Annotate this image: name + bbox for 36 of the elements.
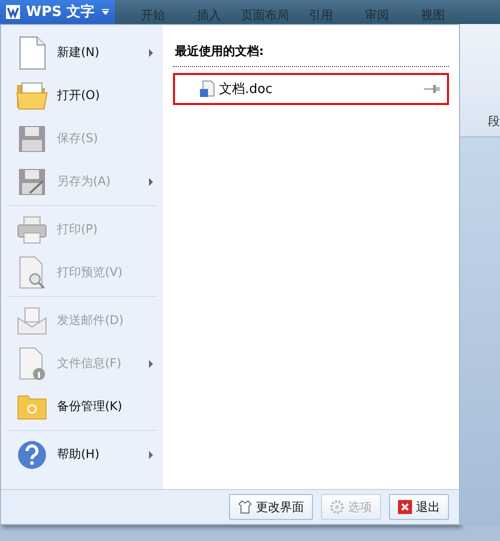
close-icon: [398, 500, 412, 514]
ribbon-tab[interactable]: 插入: [181, 0, 237, 24]
submenu-arrow-icon: [149, 178, 153, 186]
printer-icon: [17, 216, 47, 244]
menu-item[interactable]: 新建(N): [7, 31, 157, 74]
menu-item[interactable]: 帮助(H): [7, 433, 157, 476]
ribbon-group-label: 段: [488, 113, 500, 130]
app-menu-button[interactable]: WPS 文字: [0, 0, 115, 24]
ribbon-tab[interactable]: 页面布局: [237, 0, 293, 24]
recent-documents-heading: 最近使用的文档:: [173, 39, 449, 67]
document-magnifier-icon: [18, 256, 46, 290]
ribbon-tab[interactable]: 开始: [125, 0, 181, 24]
submenu-arrow-icon: [149, 360, 153, 368]
app-logo-icon: [6, 5, 20, 19]
gear-icon: [330, 500, 344, 514]
submenu-arrow-icon: [149, 48, 153, 56]
recent-document-item[interactable]: 文档.doc: [173, 73, 449, 105]
envelope-icon: [17, 306, 47, 334]
folder-icon: [16, 82, 48, 110]
shirt-icon: [238, 500, 252, 514]
ribbon-tab[interactable]: 视图: [405, 0, 461, 24]
dropdown-arrow-icon: [102, 9, 109, 15]
document-icon: [199, 80, 215, 98]
menu-item[interactable]: 备份管理(K): [7, 385, 157, 428]
help-icon: [17, 440, 47, 470]
document-icon: [18, 36, 46, 70]
submenu-arrow-icon: [149, 450, 153, 458]
footer-button[interactable]: 更改界面: [229, 494, 313, 520]
ribbon-tab[interactable]: 引用: [293, 0, 349, 24]
footer-button[interactable]: 退出: [389, 494, 449, 520]
pin-icon[interactable]: [423, 84, 441, 94]
floppy-disk-pen-icon: [18, 168, 46, 196]
folder-target-icon: [17, 394, 47, 420]
document-info-icon: [18, 346, 46, 380]
menu-item[interactable]: 打开(O): [7, 74, 157, 117]
ribbon-tab[interactable]: 审阅: [349, 0, 405, 24]
